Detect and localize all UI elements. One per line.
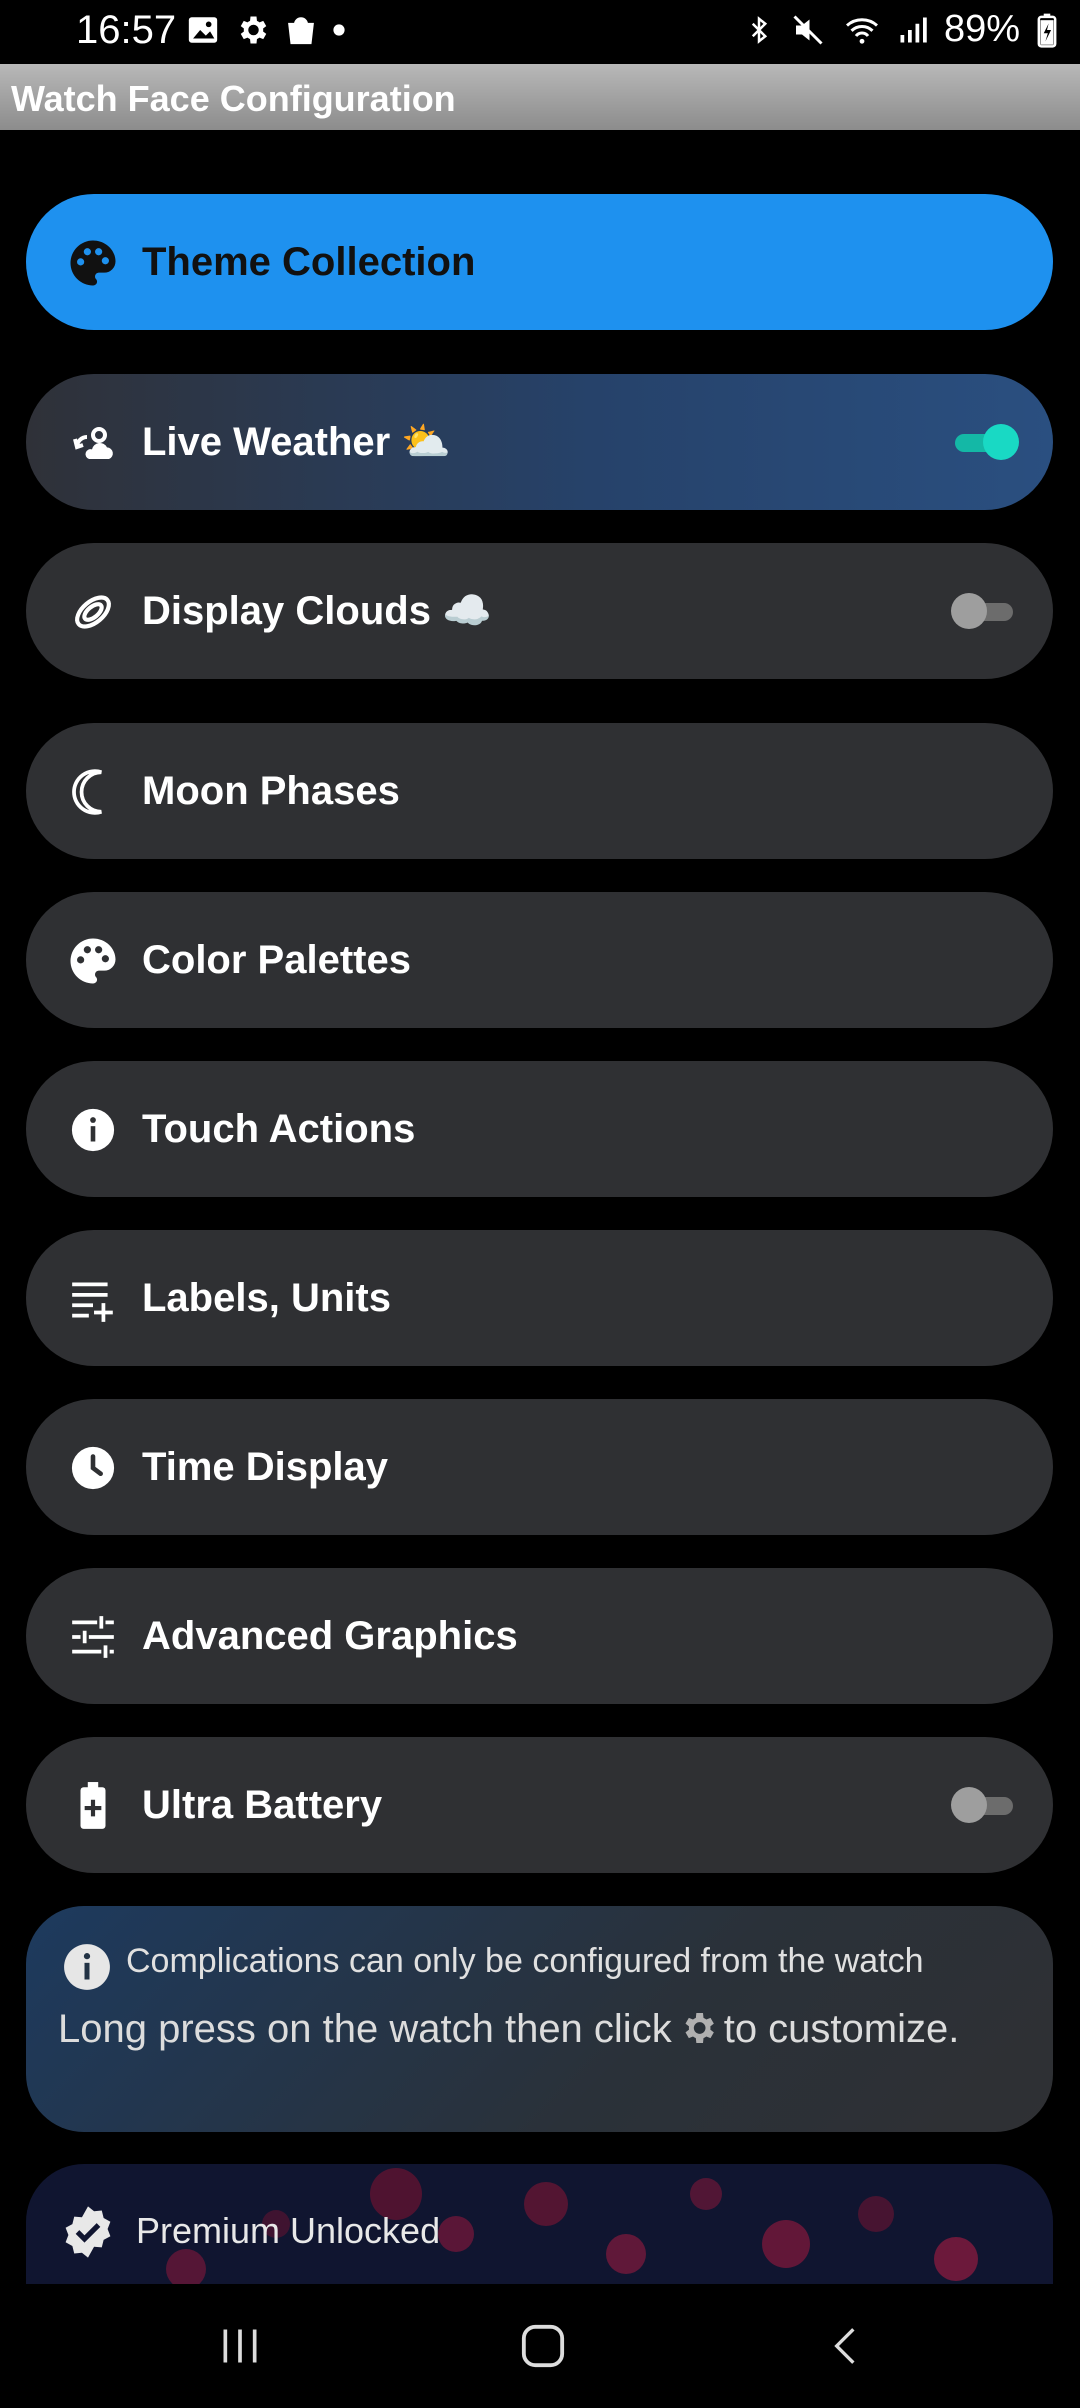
back-icon — [834, 2328, 855, 2364]
live-weather-button[interactable]: Live Weather ⛅ — [26, 374, 1053, 510]
ultra-battery-label: Ultra Battery — [142, 1783, 383, 1827]
time-display-label: Time Display — [142, 1445, 389, 1489]
theme-collection-button[interactable]: Theme Collection — [26, 194, 1053, 330]
page-title: Watch Face Configuration — [11, 78, 456, 119]
theme-collection-label: Theme Collection — [142, 240, 476, 284]
shopping-bag-icon — [288, 17, 314, 45]
info-body-text-start: Long press on the watch then click — [58, 2007, 672, 2051]
labels-units-label: Labels, Units — [142, 1276, 391, 1320]
ultra-battery-toggle[interactable] — [951, 1787, 1017, 1823]
status-bar: 16:57 89% — [0, 0, 1080, 64]
premium-title: Premium Unlocked — [136, 2210, 441, 2251]
premium-card: Premium Unlocked — [26, 2164, 1053, 2284]
color-palettes-label: Color Palettes — [142, 938, 411, 982]
battery-plus-icon — [66, 1779, 120, 1833]
recent-apps-button[interactable] — [200, 2314, 280, 2378]
ultra-battery-button[interactable]: Ultra Battery — [26, 1737, 1053, 1873]
labels-units-button[interactable]: Labels, Units — [26, 1230, 1053, 1366]
display-clouds-label: Display Clouds ☁️ — [142, 589, 492, 633]
moon-phases-button[interactable]: Moon Phases — [26, 723, 1053, 859]
clock-icon — [66, 1441, 120, 1495]
time-display-button[interactable]: Time Display — [26, 1399, 1053, 1535]
dot-icon — [333, 24, 345, 36]
navigation-bar — [0, 2284, 1080, 2408]
home-button[interactable] — [503, 2314, 583, 2378]
info-icon — [66, 1103, 120, 1157]
sliders-icon — [66, 1610, 120, 1664]
wifi-icon — [845, 17, 878, 44]
touch-actions-button[interactable]: Touch Actions — [26, 1061, 1053, 1197]
home-icon — [521, 2324, 565, 2368]
gear-icon — [685, 2013, 714, 2043]
color-palettes-button[interactable]: Color Palettes — [26, 892, 1053, 1028]
complications-info-card: Complications can only be configured fro… — [26, 1906, 1053, 2132]
gear-icon — [240, 16, 267, 44]
title-bar: Watch Face Configuration — [0, 64, 1080, 130]
mute-icon — [793, 14, 823, 45]
battery-charging-icon — [1037, 13, 1057, 48]
display-clouds-toggle[interactable] — [951, 593, 1017, 629]
info-body: Long press on the watch then click to cus… — [58, 2004, 998, 2054]
info-body-text-end: to customize. — [723, 2007, 960, 2051]
recent-apps-icon — [223, 2329, 257, 2363]
bluetooth-icon — [751, 15, 768, 44]
palette-icon — [66, 934, 120, 988]
clouds-icon — [66, 585, 120, 639]
list-add-icon — [66, 1272, 120, 1326]
battery-percent: 89% — [943, 8, 1020, 50]
moon-phases-label: Moon Phases — [142, 769, 400, 813]
live-weather-toggle[interactable] — [951, 424, 1019, 460]
palette-icon — [66, 236, 120, 290]
image-icon — [188, 17, 218, 43]
advanced-graphics-button[interactable]: Advanced Graphics — [26, 1568, 1053, 1704]
display-clouds-button[interactable]: Display Clouds ☁️ — [26, 543, 1053, 679]
touch-actions-label: Touch Actions — [142, 1107, 416, 1151]
weather-icon — [66, 416, 120, 470]
status-time: 16:57 — [76, 8, 177, 52]
moon-icon — [66, 765, 120, 819]
advanced-graphics-label: Advanced Graphics — [142, 1614, 518, 1658]
info-icon — [62, 1942, 112, 1992]
verified-badge-icon — [60, 2204, 116, 2260]
live-weather-label: Live Weather ⛅ — [142, 420, 452, 464]
signal-icon — [900, 17, 927, 42]
info-heading: Complications can only be configured fro… — [126, 1942, 924, 1980]
back-button[interactable] — [805, 2314, 885, 2378]
